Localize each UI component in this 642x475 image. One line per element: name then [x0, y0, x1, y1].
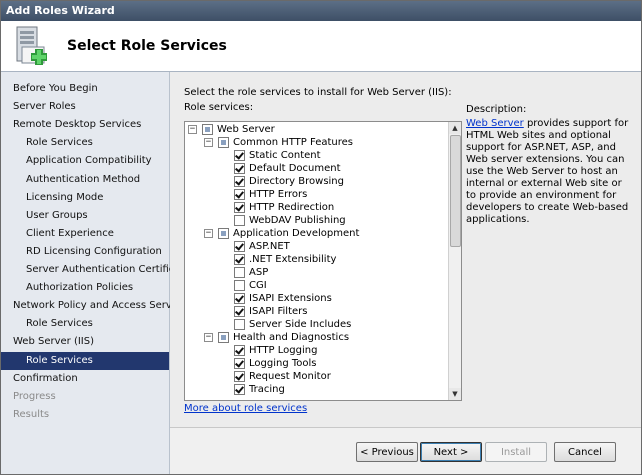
- tree-item-label: Web Server: [217, 124, 275, 135]
- tree-scrollbar[interactable]: ▲ ▼: [448, 122, 461, 400]
- checkbox[interactable]: [234, 371, 245, 382]
- checkbox[interactable]: [234, 267, 245, 278]
- tree-item-label: HTTP Errors: [249, 189, 308, 200]
- tree-item-label: Tracing: [249, 384, 285, 395]
- tree-item-label: CGI: [249, 280, 267, 291]
- scroll-thumb[interactable]: [450, 135, 461, 247]
- checkbox[interactable]: [234, 306, 245, 317]
- tree-item-label: Health and Diagnostics: [233, 332, 350, 343]
- checkbox[interactable]: [234, 163, 245, 174]
- description-body: Web Server provides support for HTML Web…: [466, 118, 634, 226]
- tree-item-label: WebDAV Publishing: [249, 215, 346, 226]
- checkbox[interactable]: [218, 228, 229, 239]
- tree-item-label: Server Side Includes: [249, 319, 352, 330]
- scroll-down-arrow-icon[interactable]: ▼: [449, 388, 461, 400]
- sidebar-item-rd-licensing-configuration[interactable]: RD Licensing Configuration: [1, 243, 169, 261]
- sidebar-item-web-server-iis[interactable]: Web Server (IIS): [1, 333, 169, 351]
- instruction-text: Select the role services to install for …: [184, 87, 452, 98]
- tree-item-label: Common HTTP Features: [233, 137, 353, 148]
- more-about-role-services-link[interactable]: More about role services: [184, 403, 307, 414]
- wizard-button-bar: < Previous Next > Install Cancel: [170, 427, 641, 474]
- checkbox[interactable]: [234, 384, 245, 395]
- collapse-icon[interactable]: −: [204, 138, 213, 147]
- description-text: provides support for HTML Web sites and …: [466, 118, 629, 225]
- tree-item-label: Static Content: [249, 150, 321, 161]
- sidebar-item-network-policy-and-access-services[interactable]: Network Policy and Access Services: [1, 297, 191, 315]
- sidebar-item-authentication-method[interactable]: Authentication Method: [1, 171, 169, 189]
- sidebar-item-application-compatibility[interactable]: Application Compatibility: [1, 152, 169, 170]
- collapse-icon[interactable]: −: [204, 333, 213, 342]
- sidebar-item-server-roles[interactable]: Server Roles: [1, 98, 169, 116]
- tree-item-label: ASP.NET: [249, 241, 290, 252]
- description-title: Description:: [466, 104, 527, 115]
- checkbox[interactable]: [218, 332, 229, 343]
- sidebar-item-role-services[interactable]: Role Services: [1, 351, 169, 370]
- main-content: Select the role services to install for …: [170, 72, 641, 474]
- sidebar-item-remote-desktop-services[interactable]: Remote Desktop Services: [1, 116, 169, 134]
- checkbox[interactable]: [234, 189, 245, 200]
- sidebar-item-results: Results: [13, 408, 50, 420]
- install-button[interactable]: Install: [485, 442, 547, 462]
- wizard-header: Select Role Services: [1, 21, 641, 72]
- tree-item-label: Default Document: [249, 163, 341, 174]
- sidebar-item-before-you-begin[interactable]: Before You Begin: [1, 80, 169, 98]
- tree-item-label: Logging Tools: [249, 358, 317, 369]
- checkbox[interactable]: [202, 124, 213, 135]
- checkbox[interactable]: [234, 358, 245, 369]
- page-title: Select Role Services: [67, 38, 227, 54]
- checkbox[interactable]: [234, 202, 245, 213]
- sidebar-item-role-services[interactable]: Role Services: [1, 134, 169, 152]
- checkbox[interactable]: [234, 319, 245, 330]
- cancel-button[interactable]: Cancel: [554, 442, 616, 462]
- sidebar-item-licensing-mode[interactable]: Licensing Mode: [1, 189, 169, 207]
- sidebar-item-user-groups[interactable]: User Groups: [1, 207, 169, 225]
- window-title: Add Roles Wizard: [1, 1, 641, 21]
- wizard-steps-sidebar: Before You Begin Server Roles Remote Deskt…: [1, 72, 191, 474]
- checkbox[interactable]: [234, 345, 245, 356]
- web-server-link[interactable]: Web Server: [466, 118, 524, 129]
- checkbox[interactable]: [234, 241, 245, 252]
- checkbox[interactable]: [234, 150, 245, 161]
- tree-item-label: HTTP Redirection: [249, 202, 335, 213]
- collapse-icon[interactable]: −: [188, 125, 197, 134]
- tree-item-label: Application Development: [233, 228, 360, 239]
- server-roles-add-icon: [16, 26, 47, 65]
- checkbox[interactable]: [218, 137, 229, 148]
- sidebar-item-confirmation[interactable]: Confirmation: [1, 370, 169, 388]
- sidebar-item-authorization-policies[interactable]: Authorization Policies: [1, 279, 169, 297]
- tree-item-label: .NET Extensibility: [249, 254, 337, 265]
- tree-item-label: ASP: [249, 267, 269, 278]
- checkbox[interactable]: [234, 293, 245, 304]
- add-roles-wizard-window: Add Roles Wizard Select Role Services Be…: [0, 0, 642, 475]
- tree-item-label: ISAPI Filters: [249, 306, 308, 317]
- sidebar-item-role-services[interactable]: Role Services: [1, 315, 169, 333]
- sidebar-item-server-authentication-certificate[interactable]: Server Authentication Certificate: [1, 261, 191, 279]
- tree-item-label: ISAPI Extensions: [249, 293, 332, 304]
- checkbox[interactable]: [234, 254, 245, 265]
- tree-item-label: Request Monitor: [249, 371, 331, 382]
- tree-item-label: HTTP Logging: [249, 345, 318, 356]
- tree-item-label: Directory Browsing: [249, 176, 344, 187]
- checkbox[interactable]: [234, 280, 245, 291]
- collapse-icon[interactable]: −: [204, 229, 213, 238]
- previous-button[interactable]: < Previous: [356, 442, 418, 462]
- sidebar-item-progress: Progress: [13, 390, 56, 402]
- checkbox[interactable]: [234, 176, 245, 187]
- scroll-up-arrow-icon[interactable]: ▲: [449, 122, 461, 134]
- role-services-label: Role services:: [184, 102, 254, 113]
- sidebar-item-client-experience[interactable]: Client Experience: [1, 225, 169, 243]
- checkbox[interactable]: [234, 215, 245, 226]
- next-button[interactable]: Next >: [420, 442, 482, 462]
- role-services-tree[interactable]: ▲ ▼ − Web Server − Common HTTP Features Stat…: [184, 121, 462, 401]
